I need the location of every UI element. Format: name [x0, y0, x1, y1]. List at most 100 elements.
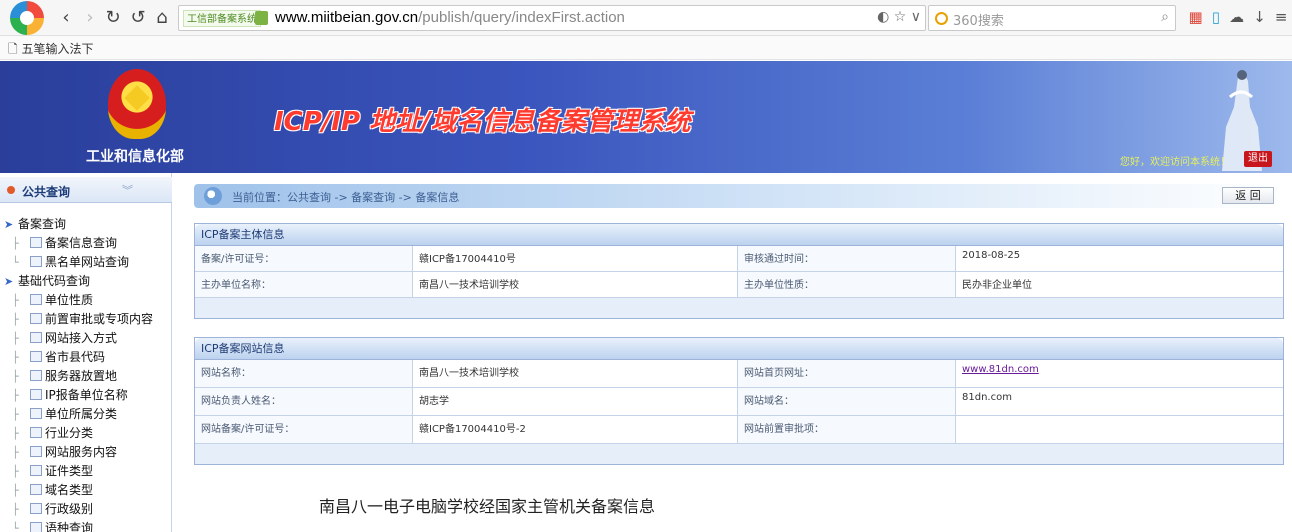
page-icon	[30, 294, 42, 305]
field-label: 备案/许可证号：	[195, 246, 413, 271]
field-value: 2018-08-25	[962, 250, 1021, 261]
site-banner: 工业和信息化部 ICP/IP 地址/域名信息备案管理系统 您好，欢迎访问本系统！…	[0, 61, 1292, 173]
sidebar-item-blacklist[interactable]: └ 黑名单网站查询	[12, 253, 129, 272]
page-icon	[30, 446, 42, 457]
ie-mode-icon[interactable]: ◐	[877, 9, 889, 25]
page-icon	[30, 313, 42, 324]
collapse-chevron-icon[interactable]: ︾	[122, 182, 133, 198]
sidebar-item-ip-unit[interactable]: ├ IP报备单位名称	[12, 386, 128, 405]
back-arrow-icon[interactable]: ‹	[56, 7, 76, 29]
field-label: 网站负责人姓名：	[195, 388, 413, 415]
sidebar-item-server-location[interactable]: ├ 服务器放置地	[12, 367, 117, 386]
browser-toolbar: ‹ › ↻ ↺ ⌂ 工信部备案系统 www.miitbeian.gov.cn/p…	[0, 0, 1292, 36]
panel-footer	[195, 444, 1283, 464]
bookmark-item[interactable]: 🗋 五笔输入法下	[8, 40, 93, 61]
breadcrumb-text: 当前位置：公共查询 -> 备案查询 -> 备案信息	[232, 191, 460, 204]
panel-title: ICP备案主体信息	[195, 224, 1283, 246]
bullet-icon	[7, 186, 15, 194]
bookmarks-bar: 🗋 五笔输入法下	[0, 36, 1292, 60]
field-value: 赣ICP备17004410号-2	[413, 416, 738, 443]
address-actions: ◐ ☆ ∨	[877, 9, 921, 25]
field-value: 南昌八一技术培训学校	[413, 272, 738, 297]
reload-icon[interactable]: ↻	[103, 7, 123, 29]
table-row: 网站负责人姓名： 胡志学 网站域名： 81dn.com	[195, 388, 1283, 416]
panel-footer	[195, 298, 1283, 318]
reader-icon[interactable]: ▯	[1212, 8, 1220, 26]
page-icon	[30, 370, 42, 381]
website-info-panel: ICP备案网站信息 网站名称： 南昌八一技术培训学校 网站首页网址： www.8…	[194, 337, 1284, 465]
sidebar-item-language[interactable]: └ 语种查询	[12, 519, 93, 532]
page-icon	[30, 332, 42, 343]
search-engine-icon	[935, 12, 948, 25]
sidebar-item-service-content[interactable]: ├ 网站服务内容	[12, 443, 117, 462]
breadcrumb: 当前位置：公共查询 -> 备案查询 -> 备案信息	[194, 184, 1284, 208]
sidebar-item-region-code[interactable]: ├ 省市县代码	[12, 348, 105, 367]
browser-logo-icon[interactable]	[10, 1, 44, 35]
page-icon	[30, 427, 42, 438]
national-emblem-icon	[108, 69, 166, 139]
page-icon	[30, 484, 42, 495]
field-label: 主办单位性质：	[738, 272, 956, 297]
homepage-link[interactable]: www.81dn.com	[962, 364, 1039, 375]
caption-text: 南昌八一电子电脑学校经国家主管机关备案信息	[319, 497, 656, 516]
url-text: www.miitbeian.gov.cn/publish/query/index…	[275, 9, 625, 26]
menu-icon[interactable]: ≡	[1275, 8, 1288, 26]
field-label: 网站域名：	[738, 388, 956, 415]
folder-icon: ➤	[4, 218, 14, 231]
sidebar-item-beian-query[interactable]: ➤ 备案查询	[4, 215, 66, 234]
download-icon[interactable]: ↓	[1253, 8, 1266, 26]
field-label: 网站前置审批项：	[738, 416, 956, 443]
dropdown-icon[interactable]: ∨	[911, 9, 921, 25]
home-icon[interactable]: ⌂	[152, 7, 172, 29]
table-row: 网站备案/许可证号： 赣ICP备17004410号-2 网站前置审批项：	[195, 416, 1283, 444]
sidebar-item-base-codes[interactable]: ➤ 基础代码查询	[4, 272, 90, 291]
location-icon	[204, 187, 222, 205]
sidebar-item-id-type[interactable]: ├ 证件类型	[12, 462, 93, 481]
page-icon	[30, 503, 42, 514]
field-value: 81dn.com	[962, 392, 1012, 403]
field-label: 网站备案/许可证号：	[195, 416, 413, 443]
sidebar-header[interactable]: 公共查询 ︾	[0, 177, 172, 203]
page-icon	[30, 256, 42, 267]
folder-icon: ➤	[4, 275, 14, 288]
search-box[interactable]: 360搜索 ⌕	[928, 5, 1176, 31]
address-bar[interactable]: 工信部备案系统 www.miitbeian.gov.cn/publish/que…	[178, 5, 926, 31]
sidebar-item-admin-level[interactable]: ├ 行政级别	[12, 500, 93, 519]
field-value: www.81dn.com	[956, 360, 1283, 387]
search-icon[interactable]: ⌕	[1161, 9, 1169, 25]
page-icon	[30, 237, 42, 248]
sidebar-item-domain-type[interactable]: ├ 域名类型	[12, 481, 93, 500]
page-icon	[30, 465, 42, 476]
page-icon	[30, 389, 42, 400]
address-tag: 工信部备案系统	[183, 10, 261, 27]
sidebar-item-preapproval[interactable]: ├ 前置审批或专项内容	[12, 310, 153, 329]
sidebar-header-label: 公共查询	[22, 185, 71, 199]
sidebar-item-unit-nature[interactable]: ├ 单位性质	[12, 291, 93, 310]
field-value: 赣ICP备17004410号	[413, 246, 738, 271]
forward-arrow-icon[interactable]: ›	[80, 7, 100, 29]
field-value: 南昌八一技术培训学校	[413, 360, 738, 387]
sidebar-item-beian-info[interactable]: ├ 备案信息查询	[12, 234, 117, 253]
sidebar: 公共查询 ︾ ➤ 备案查询 ├ 备案信息查询 └ 黑名单网站查询 ➤ 基础代码查询 ├ 单…	[0, 173, 172, 532]
panel-title: ICP备案网站信息	[195, 338, 1283, 360]
sidebar-item-unit-category[interactable]: ├ 单位所属分类	[12, 405, 117, 424]
page-icon	[30, 408, 42, 419]
welcome-text: 您好，欢迎访问本系统！	[1120, 157, 1230, 168]
star-icon[interactable]: ☆	[894, 9, 907, 25]
cloud-icon[interactable]: ☁	[1229, 8, 1244, 26]
undo-icon[interactable]: ↺	[128, 7, 148, 29]
apps-icon[interactable]: ▦	[1189, 8, 1203, 26]
subject-info-panel: ICP备案主体信息 备案/许可证号： 赣ICP备17004410号 审核通过时间…	[194, 223, 1284, 319]
sidebar-item-industry[interactable]: ├ 行业分类	[12, 424, 93, 443]
security-icon	[255, 11, 268, 25]
field-value: 民办非企业单位	[962, 280, 1032, 291]
ministry-name: 工业和信息化部	[86, 149, 184, 165]
field-label: 主办单位名称：	[195, 272, 413, 297]
page-icon	[30, 522, 42, 532]
sidebar-item-access-method[interactable]: ├ 网站接入方式	[12, 329, 117, 348]
search-placeholder: 360搜索	[953, 14, 1004, 29]
field-label: 网站首页网址：	[738, 360, 956, 387]
logout-button[interactable]: 退出	[1244, 151, 1272, 167]
return-button[interactable]: 返 回	[1222, 187, 1274, 204]
field-value	[956, 416, 1283, 443]
